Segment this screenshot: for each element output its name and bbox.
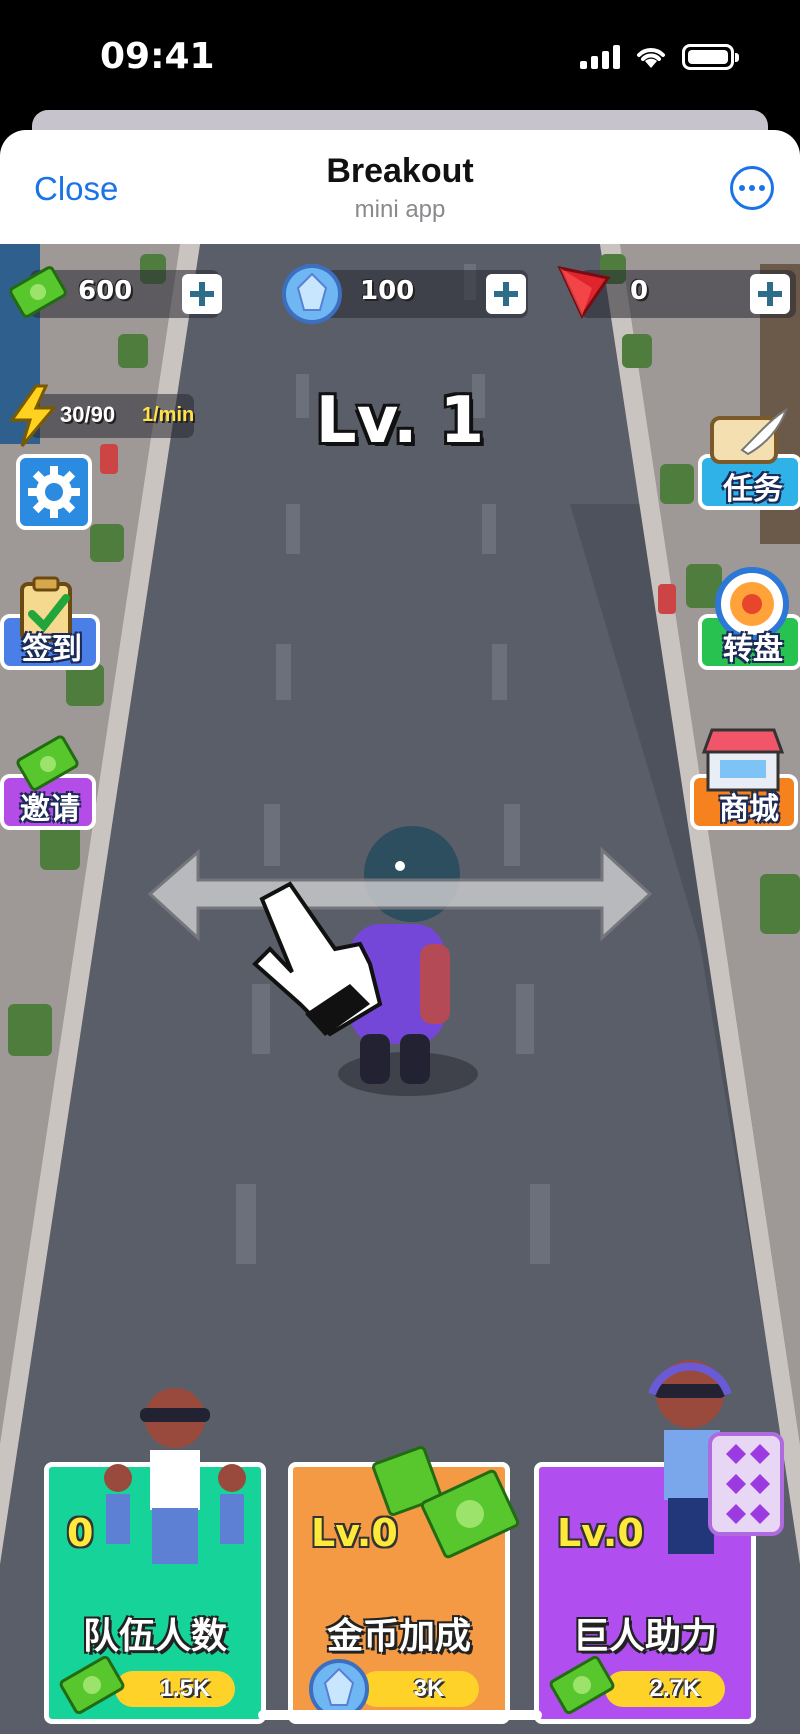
mini-app-header: Close Breakout mini app	[0, 130, 800, 244]
more-options-button[interactable]	[730, 166, 774, 210]
add-tron-button[interactable]	[750, 274, 790, 314]
tasks-label: 任务	[723, 472, 783, 507]
gear-icon	[28, 466, 80, 518]
add-gems-button[interactable]	[486, 274, 526, 314]
shop-label: 商城	[719, 792, 779, 827]
clock: 09:41	[100, 36, 215, 77]
wheel-label: 转盘	[723, 632, 783, 667]
team-size-name: 队伍人数	[82, 1616, 227, 1657]
status-bar: 09:41	[0, 0, 800, 110]
giant-assist-name: 巨人助力	[572, 1616, 717, 1657]
coin-bonus-cost-value: 3K	[413, 1675, 445, 1702]
giant-with-shield-illustration	[648, 1360, 784, 1554]
shop-button[interactable]: 商城	[684, 724, 800, 834]
status-icons	[580, 44, 739, 70]
giant-assist-cost-value: 2.7K	[649, 1675, 701, 1702]
checkin-label: 签到	[22, 632, 82, 667]
cellular-signal-icon	[580, 45, 620, 69]
add-cash-button[interactable]	[182, 274, 222, 314]
cash-icon	[59, 1655, 125, 1715]
coin-bonus-cost[interactable]: 3K	[359, 1671, 479, 1707]
team-size-cost-value: 1.5K	[159, 1675, 211, 1702]
team-size-cost[interactable]: 1.5K	[115, 1671, 235, 1707]
wheel-button[interactable]: 转盘	[690, 564, 800, 674]
game-canvas[interactable]: 600 100 0 30/90 1/min Lv. 1 签到 邀请 任务 转盘 …	[0, 244, 800, 1734]
home-indicator	[258, 1710, 542, 1720]
checkin-button[interactable]: 签到	[0, 574, 104, 674]
gem-icon	[282, 264, 342, 324]
giant-assist-cost[interactable]: 2.7K	[605, 1671, 725, 1707]
level-label: Lv. 1	[315, 384, 485, 458]
cash-icon	[549, 1655, 615, 1715]
cash-bar: 600	[9, 266, 222, 318]
battery-icon	[682, 44, 739, 70]
app-title: Breakout	[326, 152, 474, 190]
invite-button[interactable]: 邀请	[0, 734, 100, 834]
tron-value: 0	[630, 276, 649, 306]
tron-icon	[557, 265, 611, 320]
app-subtitle: mini app	[354, 196, 446, 223]
gem-value: 100	[360, 276, 415, 306]
coin-bonus-name: 金币加成	[326, 1616, 471, 1657]
tasks-button[interactable]: 任务	[690, 404, 800, 514]
gem-bar: 100	[282, 264, 528, 324]
settings-button[interactable]	[16, 454, 92, 530]
invite-label: 邀请	[20, 792, 80, 827]
tron-bar: 0	[557, 265, 796, 320]
cash-icon	[9, 266, 67, 318]
crew-figures-illustration	[104, 1388, 246, 1564]
cash-value: 600	[78, 276, 133, 306]
cash-stack-illustration	[372, 1446, 520, 1559]
wifi-icon	[637, 48, 665, 68]
